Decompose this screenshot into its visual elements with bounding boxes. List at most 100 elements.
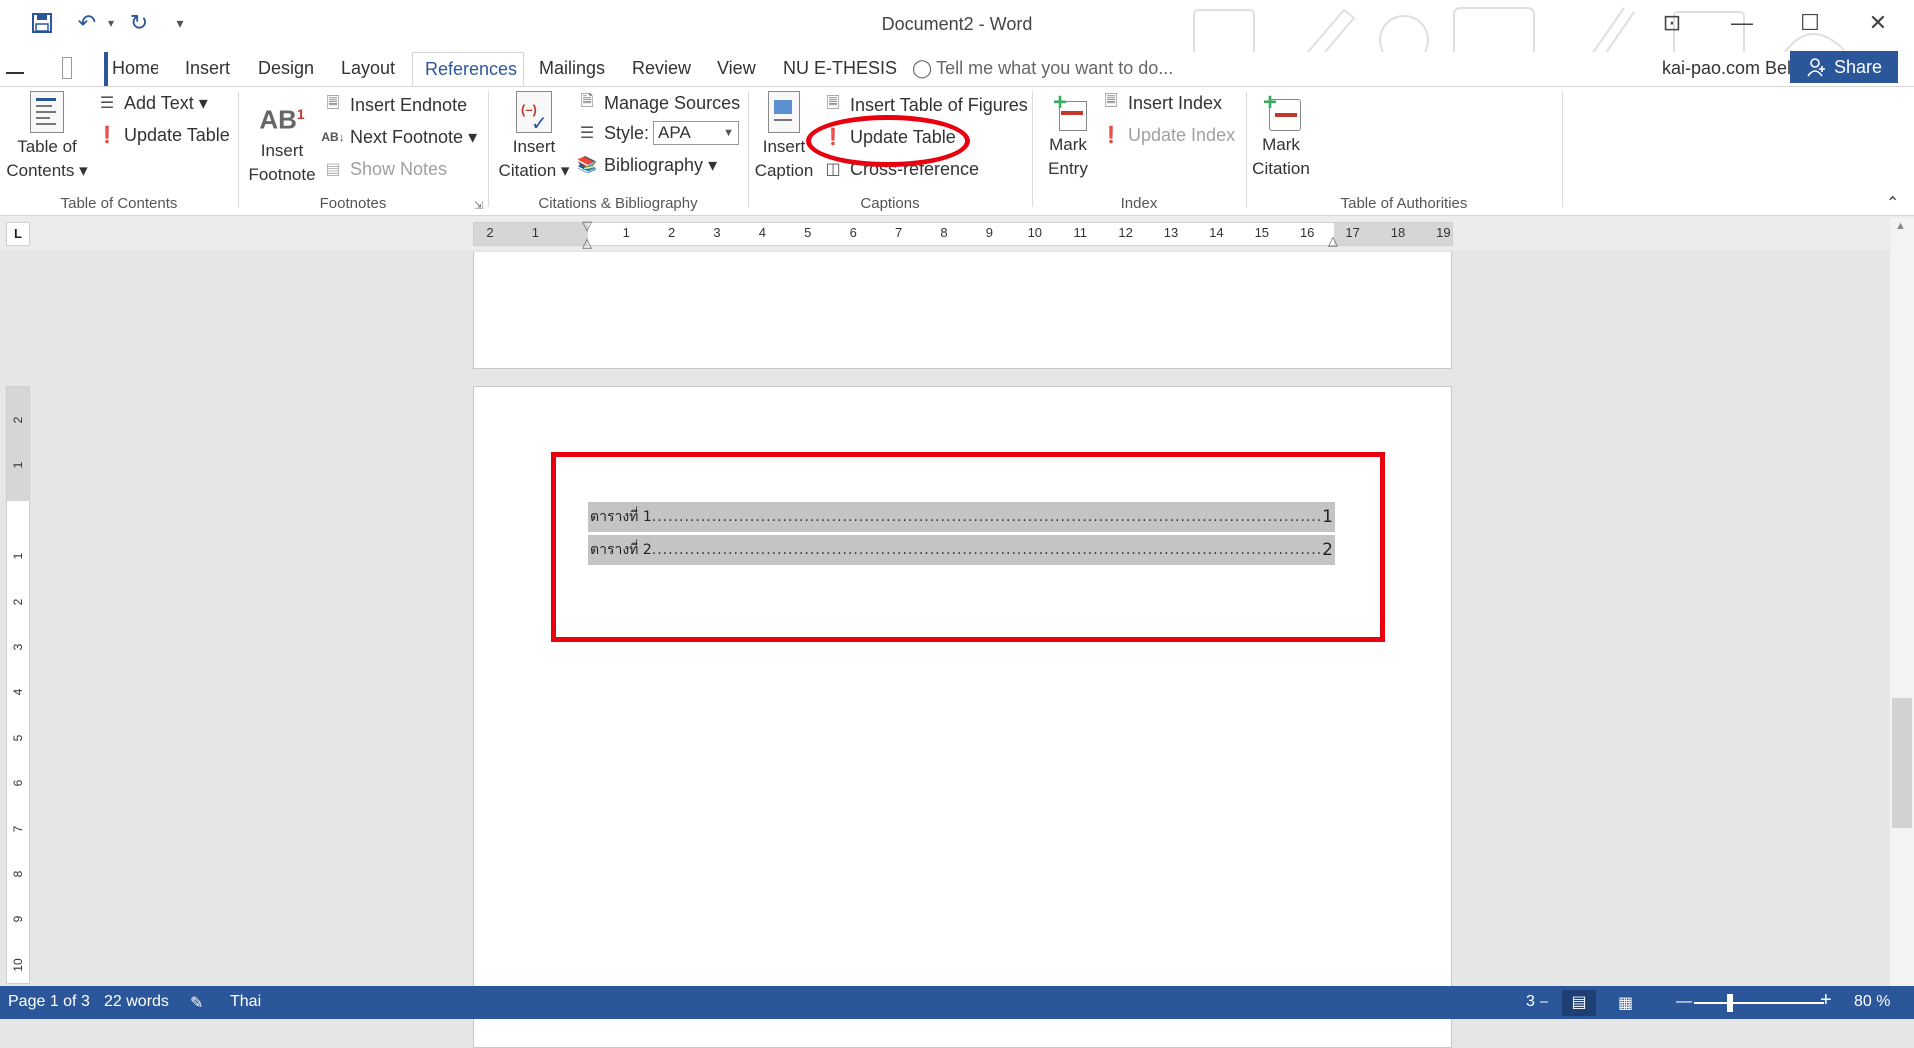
zoom-slider-thumb[interactable] — [1727, 994, 1733, 1012]
right-indent-icon[interactable]: △ — [1328, 233, 1338, 249]
add-text-button[interactable]: ☰ Add Text ▾ — [96, 89, 208, 117]
language[interactable]: Thai — [230, 993, 261, 1011]
share-button[interactable]: Share — [1790, 51, 1898, 83]
first-line-indent-icon[interactable]: ▽ — [582, 218, 592, 234]
table-of-contents-button[interactable]: Table of Contents ▾ — [4, 91, 90, 183]
bibliography-button[interactable]: 📚 Bibliography ▾ — [576, 151, 717, 179]
file-tab-fragment[interactable] — [0, 52, 28, 86]
vertical-ruler-mark: 9 — [11, 916, 25, 923]
tell-me-text: Tell me what you want to do... — [936, 58, 1174, 78]
tab-review[interactable]: Review — [632, 52, 691, 86]
ribbon-display-options-icon[interactable]: ⊡ — [1652, 8, 1692, 38]
entry-leader: ........................................… — [651, 542, 1323, 558]
tab-references[interactable]: References — [412, 52, 524, 86]
share-person-icon — [1807, 58, 1825, 77]
tab-nu-e-thesis[interactable]: NU E-THESIS — [783, 52, 897, 86]
tab-layout[interactable]: Layout — [341, 52, 395, 86]
page-1-bottom[interactable] — [473, 252, 1452, 369]
update-toc-icon: ❗ — [97, 127, 117, 144]
user-name[interactable]: kai-pao.com Bell — [1662, 52, 1795, 86]
mark-citation-button[interactable]: + Mark Citation — [1248, 91, 1314, 181]
ruler-mark: 8 — [940, 225, 948, 240]
insert-caption-icon — [768, 91, 800, 133]
mark-entry-button[interactable]: + Mark Entry — [1036, 91, 1100, 181]
page-count[interactable]: Page 1 of 3 — [8, 993, 90, 1011]
focus-mode-icon[interactable]: ⎯ — [1540, 993, 1548, 1011]
insert-index-label: Insert Index — [1128, 92, 1223, 113]
entry-label: ตารางที่ 2 — [590, 542, 652, 558]
ruler-mark: 2 — [486, 225, 494, 240]
vertical-ruler-mark: 1 — [11, 552, 25, 560]
ruler-mark: 5 — [804, 225, 812, 240]
manage-sources-button[interactable]: 🗎 Manage Sources — [576, 89, 741, 117]
insert-endnote-button[interactable]: 🗏 Insert Endnote — [322, 91, 468, 119]
mark-citation-label2: Citation — [1252, 159, 1310, 178]
insert-index-button[interactable]: 🗏 Insert Index — [1100, 89, 1223, 117]
show-notes-label: Show Notes — [350, 158, 448, 179]
zoom-in-icon[interactable]: + — [1820, 989, 1832, 1012]
manage-sources-icon: 🗎 — [580, 92, 594, 110]
ruler-mark: 19 — [1436, 225, 1451, 240]
print-layout-icon[interactable]: ▦ — [1618, 993, 1633, 1013]
ruler-mark: 1 — [531, 225, 539, 240]
read-mode-icon[interactable]: ▤ — [1562, 990, 1596, 1016]
show-notes-icon: ▤ — [325, 161, 341, 178]
highlight-ellipse — [806, 115, 970, 167]
insert-citation-icon: (–) ✓ — [516, 91, 552, 135]
insert-table-of-figures-label: Insert Table of Figures — [850, 94, 1028, 115]
insert-citation-button[interactable]: (–) ✓ Insert Citation ▾ — [494, 91, 574, 183]
group-label-citations: Citations & Bibliography — [538, 195, 698, 212]
table-of-figures-entry-1[interactable]: ตารางที่ 1 .............................… — [588, 502, 1335, 532]
scrollbar-thumb[interactable] — [1892, 698, 1912, 828]
vertical-ruler-mark: 10 — [11, 958, 25, 972]
vertical-scrollbar[interactable]: ▲ — [1890, 218, 1914, 986]
group-separator — [1562, 91, 1563, 207]
mark-citation-label: Mark — [1262, 135, 1300, 154]
ruler-mark: 13 — [1163, 225, 1179, 240]
insert-citation-label2: Citation ▾ — [498, 161, 570, 180]
title-bar: ↶ ▾ ↻ ▾ Document2 - Word ⊡ — ☐ ✕ — [0, 0, 1914, 90]
tab-design[interactable]: Design — [258, 52, 314, 86]
left-indent-icon[interactable]: △ — [582, 235, 592, 251]
style-select[interactable]: APA ▼ — [653, 121, 740, 145]
status-bar: Page 1 of 3 22 words ✎ Thai 3 ⎯ ▤ ▦ — + … — [0, 986, 1914, 1019]
vertical-ruler[interactable]: 2 1 1 2 3 4 5 6 7 8 9 10 — [6, 386, 30, 984]
table-of-contents-label2: Contents ▾ — [6, 161, 88, 180]
word-count[interactable]: 22 words — [104, 993, 169, 1011]
zoom-out-icon[interactable]: — — [1676, 993, 1692, 1011]
ruler-mark: 6 — [849, 225, 857, 240]
footnotes-dialog-launcher-icon[interactable]: ⇲ — [474, 199, 483, 212]
ruler-mark: 9 — [985, 225, 993, 240]
scroll-up-icon[interactable]: ▲ — [1895, 220, 1906, 232]
share-label: Share — [1833, 56, 1883, 77]
tab-home[interactable]: Home — [104, 52, 158, 86]
update-index-button[interactable]: ❗ Update Index — [1100, 121, 1235, 149]
tab-view[interactable]: View — [717, 52, 756, 86]
insert-footnote-button[interactable]: AB1 Insert Footnote — [242, 91, 322, 187]
insert-footnote-label: Insert — [260, 141, 304, 160]
close-button[interactable]: ✕ — [1858, 8, 1898, 38]
collapse-ribbon-icon[interactable]: ⌃ — [1886, 193, 1899, 213]
next-footnote-button[interactable]: AB↓ Next Footnote ▾ — [321, 123, 477, 151]
lightbulb-icon: ◯ — [912, 58, 933, 78]
tab-insert[interactable]: Insert — [185, 52, 230, 86]
group-separator — [1246, 91, 1247, 207]
update-toc-button[interactable]: ❗ Update Table — [96, 121, 230, 149]
horizontal-ruler[interactable]: 2 1 1 2 3 4 5 6 7 8 9 10 11 12 13 14 15 16 17 18 19 ▽ △ △ — [473, 218, 1453, 250]
vertical-ruler-mark: 3 — [11, 643, 25, 651]
proofing-icon[interactable]: ✎ — [190, 993, 203, 1013]
maximize-button[interactable]: ☐ — [1790, 8, 1830, 38]
add-text-icon: ☰ — [99, 95, 115, 112]
ruler-mark: 3 — [713, 225, 721, 240]
tab-selector-button[interactable]: L — [6, 222, 30, 246]
insert-table-of-figures-button[interactable]: 🗏 Insert Table of Figures — [822, 91, 1028, 119]
ruler-mark: 7 — [894, 225, 903, 240]
tell-me-search[interactable]: ◯ Tell me what you want to do... — [912, 52, 1173, 86]
zoom-level[interactable]: 80 % — [1854, 993, 1890, 1011]
table-of-figures-entry-2[interactable]: ตารางที่ 2 .............................… — [588, 535, 1335, 565]
tab-mailings[interactable]: Mailings — [539, 52, 605, 86]
show-notes-button[interactable]: ▤ Show Notes — [322, 155, 447, 183]
zoom-slider-track[interactable] — [1694, 1002, 1824, 1004]
vertical-ruler-mark: 7 — [11, 825, 25, 832]
minimize-button[interactable]: — — [1722, 8, 1762, 38]
